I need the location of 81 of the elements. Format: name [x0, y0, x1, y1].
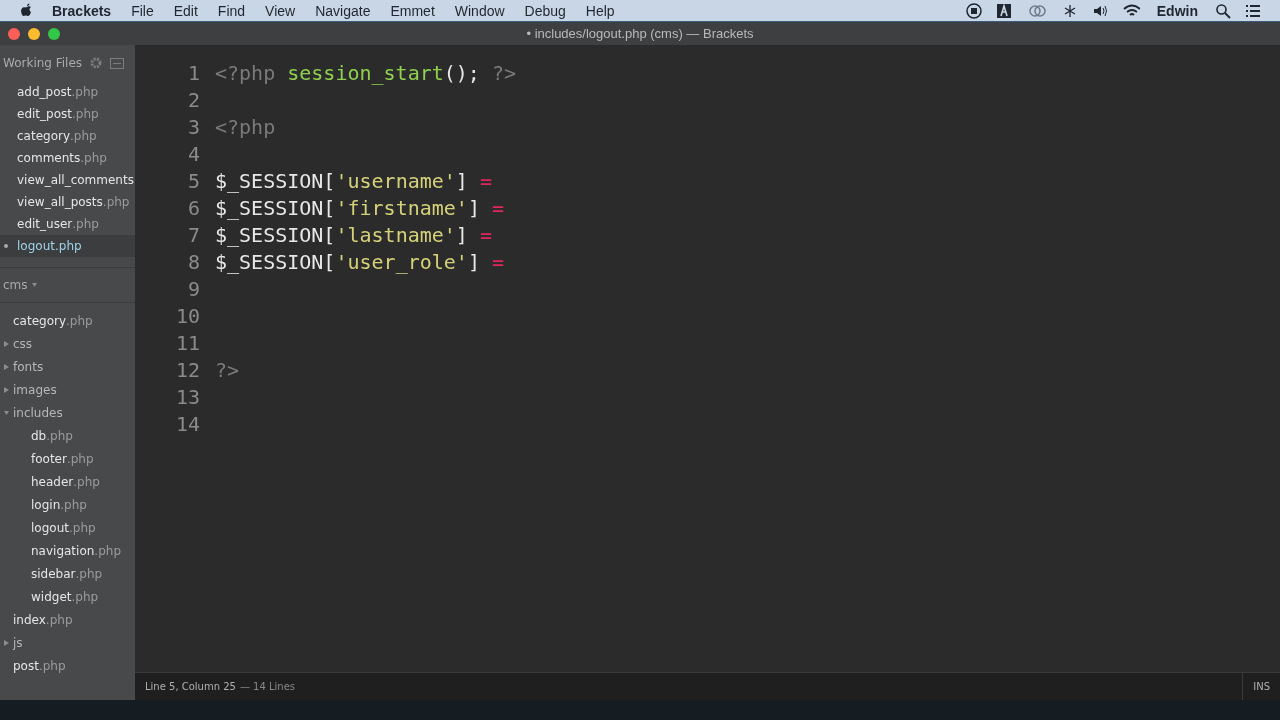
folder-item[interactable]: js — [0, 631, 135, 654]
close-button[interactable] — [8, 27, 20, 40]
code-line: $_SESSION['firstname'] = — [215, 196, 504, 220]
project-file[interactable]: widget.php — [0, 585, 135, 608]
project-file[interactable]: footer.php — [0, 447, 135, 470]
working-file-item[interactable]: add_post.php — [0, 81, 135, 103]
app-menu[interactable]: Brackets — [42, 2, 122, 19]
working-file-item[interactable]: view_all_comments — [0, 169, 135, 191]
project-file[interactable]: header.php — [0, 470, 135, 493]
project-file[interactable]: post.php — [0, 654, 135, 677]
minimize-button[interactable] — [28, 27, 40, 40]
folder-name: js — [13, 635, 23, 650]
record-icon[interactable] — [965, 2, 982, 19]
line-count: — 14 Lines — [239, 681, 296, 692]
working-files-title: Working Files — [3, 56, 83, 70]
folder-name: css — [13, 336, 33, 351]
apple-logo-icon[interactable] — [20, 2, 34, 19]
code-line: $_SESSION['lastname'] = — [215, 223, 492, 247]
working-file-item[interactable]: view_all_posts.php — [0, 191, 135, 213]
line-number: 14 — [174, 411, 201, 438]
code-line: $_SESSION['username'] = — [215, 169, 492, 193]
menu-item[interactable]: Navigate — [305, 2, 381, 19]
folder-item[interactable]: includes — [0, 401, 135, 424]
project-file[interactable]: sidebar.php — [0, 562, 135, 585]
line-number: 3 — [186, 114, 201, 141]
collapsed-arrow-icon[interactable] — [4, 363, 9, 370]
folder-item[interactable]: fonts — [0, 355, 135, 378]
menu-item[interactable]: Help — [575, 2, 625, 19]
collapsed-arrow-icon[interactable] — [4, 340, 9, 347]
folder-item[interactable]: images — [0, 378, 135, 401]
user-name[interactable]: Edwin — [1146, 2, 1208, 19]
expanded-arrow-icon[interactable] — [4, 409, 9, 416]
folder-name: images — [13, 382, 57, 397]
project-file[interactable]: login.php — [0, 493, 135, 516]
code-line: $_SESSION['user_role'] = — [215, 250, 504, 274]
working-file-item[interactable]: edit_post.php — [0, 103, 135, 125]
menu-item[interactable]: Find — [207, 2, 256, 19]
menu-item[interactable]: File — [121, 2, 164, 19]
working-file-item[interactable]: logout.php — [0, 235, 135, 257]
working-file-item[interactable]: comments.php — [0, 147, 135, 169]
code-line: ?> — [215, 358, 240, 382]
line-number: 2 — [186, 87, 201, 114]
folder-name: includes — [13, 405, 63, 420]
project-name[interactable]: cms — [3, 278, 28, 292]
modified-dot-icon — [4, 244, 8, 248]
collapsed-arrow-icon[interactable] — [4, 639, 9, 646]
menu-item[interactable]: View — [255, 2, 306, 19]
zoom-button[interactable] — [48, 27, 60, 40]
working-file-item[interactable]: edit_user.php — [0, 213, 135, 235]
menu-item[interactable]: Window — [444, 2, 515, 19]
working-file-item[interactable]: category.php — [0, 125, 135, 147]
line-number: 9 — [186, 276, 201, 303]
folder-name: fonts — [13, 359, 44, 374]
list-icon[interactable] — [1245, 2, 1261, 19]
project-file[interactable]: category.php — [0, 309, 135, 332]
cursor-position: Line 5, Column 25 — [145, 681, 236, 692]
folder-item[interactable]: css — [0, 332, 135, 355]
line-number: 13 — [174, 384, 201, 411]
line-number: 10 — [174, 303, 201, 330]
search-icon[interactable] — [1215, 2, 1231, 19]
line-number: 11 — [174, 330, 201, 357]
line-number: 1 — [186, 60, 201, 87]
project-file[interactable]: index.php — [0, 608, 135, 631]
dropdown-caret-icon[interactable] — [31, 282, 37, 288]
code-line: <?php session_start(); ?> — [215, 61, 516, 85]
line-number: 12 — [174, 357, 201, 384]
menu-item[interactable]: Edit — [163, 2, 208, 19]
collapsed-arrow-icon[interactable] — [4, 386, 9, 393]
line-number: 7 — [186, 222, 201, 249]
menu-item[interactable]: Emmet — [380, 2, 445, 19]
window-title: • includes/logout.php (cms) — Brackets — [526, 26, 754, 41]
menu-item[interactable]: Debug — [514, 2, 576, 19]
line-number: 6 — [186, 195, 201, 222]
line-number: 5 — [186, 168, 201, 195]
line-number: 4 — [186, 141, 201, 168]
project-file[interactable]: navigation.php — [0, 539, 135, 562]
code-line: <?php — [215, 115, 276, 139]
letter-a-icon[interactable] — [995, 2, 1012, 19]
project-file[interactable]: db.php — [0, 424, 135, 447]
line-number: 8 — [186, 249, 201, 276]
project-file[interactable]: logout.php — [0, 516, 135, 539]
